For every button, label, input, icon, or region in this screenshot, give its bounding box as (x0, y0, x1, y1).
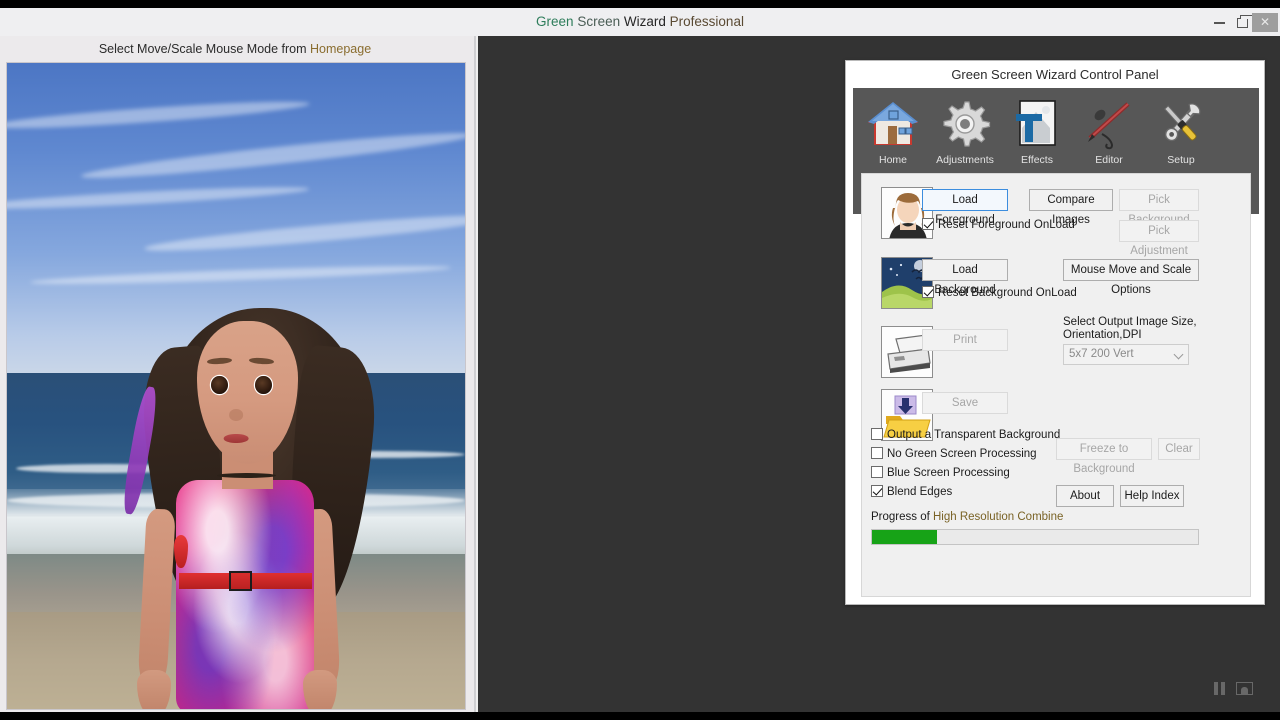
control-panel-body: Load Foreground Reset Foreground OnLoad … (861, 173, 1251, 597)
print-button[interactable]: Print (922, 329, 1008, 351)
load-background-button[interactable]: Load Background (922, 259, 1008, 281)
freeze-to-background-button[interactable]: Freeze to Background (1056, 438, 1152, 460)
doll-mouth (224, 434, 249, 444)
output-size-label-line1: Select Output Image Size, (1063, 316, 1197, 328)
save-button[interactable]: Save (922, 392, 1008, 414)
reset-background-checkbox[interactable]: Reset Background OnLoad (922, 286, 1077, 299)
pick-background-button[interactable]: Pick Background (1119, 189, 1199, 211)
doll-dress (176, 480, 313, 710)
checkbox-box (871, 447, 883, 459)
recorder-overlay (1214, 676, 1272, 702)
screenshot-icon[interactable] (1236, 680, 1253, 698)
mouse-move-scale-options-button[interactable]: Mouse Move and Scale Options (1063, 259, 1199, 281)
help-index-button[interactable]: Help Index (1120, 485, 1184, 507)
toolbar-label-adjustments: Adjustments (929, 154, 1001, 166)
load-foreground-button[interactable]: Load Foreground (922, 189, 1008, 211)
option-label: Blue Screen Processing (887, 467, 1010, 479)
title-word-green: Green (536, 14, 574, 29)
screen-root: Green Screen Wizard Professional ✕ Selec… (0, 0, 1280, 720)
checkbox-box (871, 466, 883, 478)
option-label: No Green Screen Processing (887, 448, 1037, 460)
preview-panel: Select Move/Scale Mouse Mode from Homepa… (0, 36, 476, 712)
control-panel-title: Green Screen Wizard Control Panel (846, 61, 1264, 88)
progress-bar-fill (872, 530, 937, 544)
pick-adjustment-button[interactable]: Pick Adjustment (1119, 220, 1199, 242)
reset-background-label: Reset Background OnLoad (938, 287, 1077, 299)
doll-eye-left (211, 376, 227, 394)
output-size-value: 5x7 200 Vert (1069, 348, 1134, 360)
close-button[interactable]: ✕ (1252, 13, 1278, 32)
title-word-wizard: Wizard (624, 14, 666, 29)
progress-bar (871, 529, 1199, 545)
toolbar-label-editor: Editor (1073, 154, 1145, 166)
doll-hand-left (137, 670, 171, 710)
toolbar-label-effects: Effects (1001, 154, 1073, 166)
checkbox-blue-screen-processing[interactable]: Blue Screen Processing (871, 466, 1010, 479)
close-icon: ✕ (1260, 15, 1270, 29)
gear-icon (938, 98, 992, 150)
output-size-select[interactable]: 5x7 200 Vert (1063, 344, 1189, 365)
checkbox-box (922, 286, 934, 298)
restore-icon (1237, 18, 1248, 28)
checkbox-box (871, 485, 883, 497)
output-size-label-line2: Orientation,DPI (1063, 329, 1142, 341)
checkbox-box (871, 428, 883, 440)
doll-hand-right (303, 670, 337, 710)
preview-panel-header: Select Move/Scale Mouse Mode from Homepa… (0, 36, 470, 62)
title-word-professional: Professional (670, 14, 744, 29)
pen-icon (1082, 98, 1136, 150)
option-label: Blend Edges (887, 486, 952, 498)
window-titlebar: Green Screen Wizard Professional ✕ (0, 8, 1280, 36)
home-icon (866, 98, 920, 150)
checkbox-no-green-screen-processing[interactable]: No Green Screen Processing (871, 447, 1037, 460)
window-title: Green Screen Wizard Professional (0, 8, 1280, 36)
progress-label: Progress of High Resolution Combine (871, 511, 1063, 523)
pause-icon[interactable] (1214, 680, 1228, 698)
about-button[interactable]: About (1056, 485, 1114, 507)
composite-preview-image[interactable] (6, 62, 466, 710)
preview-header-highlight: Homepage (310, 42, 371, 56)
title-word-screen: Screen (577, 14, 620, 29)
minimize-icon (1214, 22, 1225, 24)
doll-figure (7, 63, 465, 709)
checkbox-output-transparent-background[interactable]: Output a Transparent Background (871, 428, 1060, 441)
progress-label-highlight: High Resolution Combine (933, 511, 1063, 523)
doll-belt-buckle (229, 571, 252, 592)
checkbox-blend-edges[interactable]: Blend Edges (871, 485, 952, 498)
compare-images-button[interactable]: Compare Images (1029, 189, 1113, 211)
doll-arm-left (137, 508, 176, 690)
doll-eye-right (255, 376, 271, 394)
chevron-down-icon (1174, 350, 1184, 360)
control-panel-window: Green Screen Wizard Control Panel Home (845, 60, 1265, 605)
output-size-label: Select Output Image Size, Orientation,DP… (1063, 316, 1233, 342)
checkbox-box (922, 218, 934, 230)
doll-nose (229, 409, 243, 421)
text-effects-icon (1010, 98, 1064, 150)
tools-icon (1154, 98, 1208, 150)
option-label: Output a Transparent Background (887, 429, 1060, 441)
clear-button[interactable]: Clear (1158, 438, 1200, 460)
application-window: Green Screen Wizard Professional ✕ Selec… (0, 8, 1280, 712)
toolbar-label-home: Home (857, 154, 929, 166)
toolbar-label-setup: Setup (1145, 154, 1217, 166)
